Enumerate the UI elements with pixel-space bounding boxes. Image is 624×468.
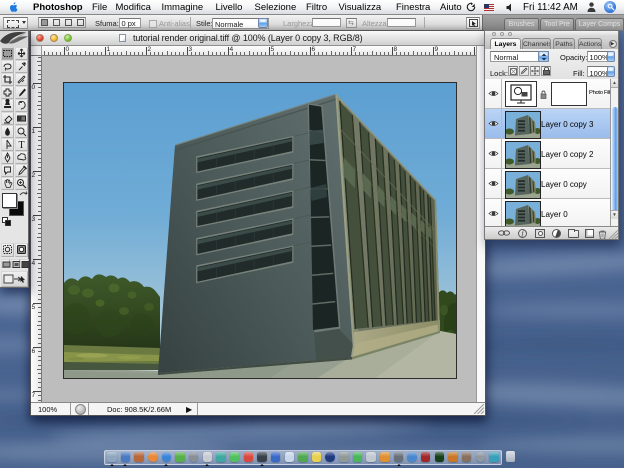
svg-text:T: T	[18, 140, 24, 151]
